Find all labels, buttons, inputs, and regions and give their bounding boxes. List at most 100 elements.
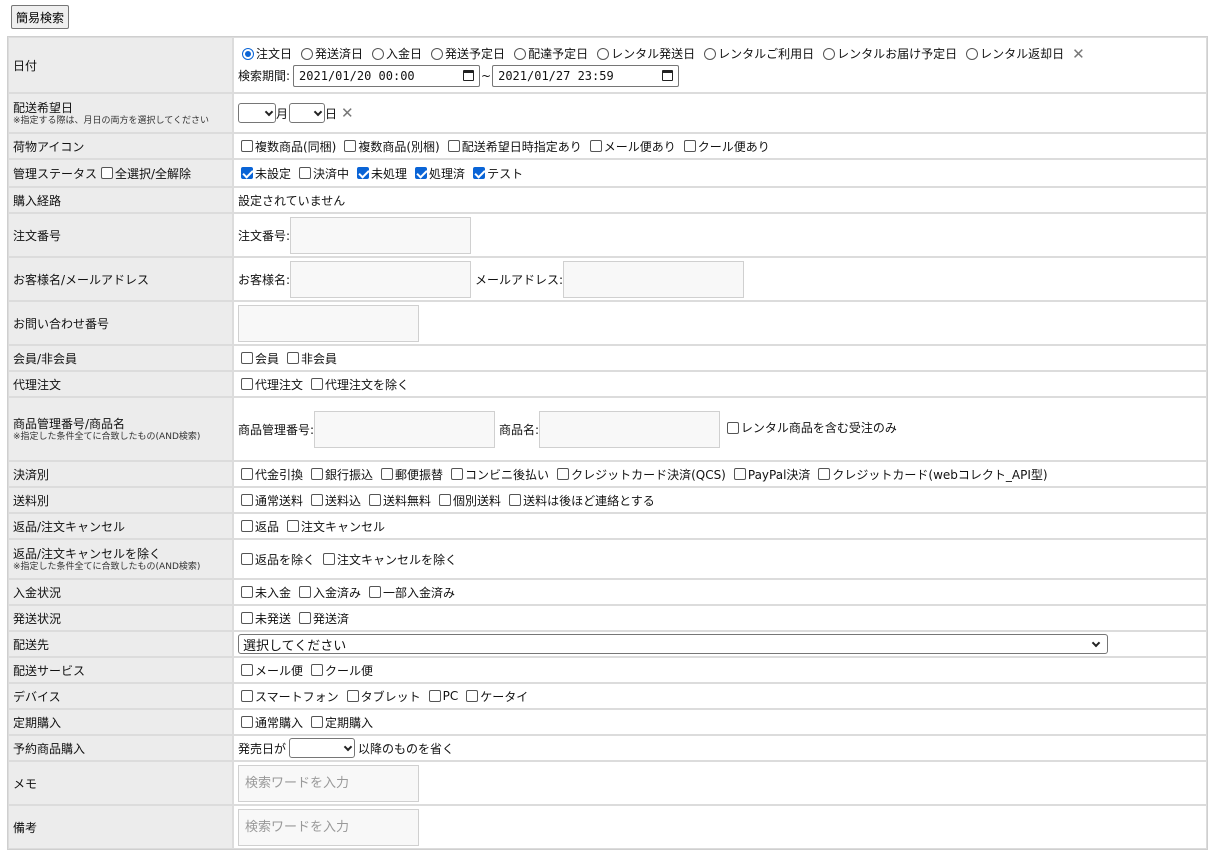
customer-name-input[interactable] [290,260,472,298]
checkbox-option[interactable]: 会員 [237,350,279,367]
checkbox[interactable] [818,468,831,480]
checkbox[interactable] [439,494,452,506]
checkbox-option[interactable]: 注文キャンセルを除く [319,551,457,568]
checkbox-option[interactable]: 配送希望日時指定あり [444,138,582,155]
checkbox-option[interactable]: 一部入金済み [365,584,455,601]
checkbox[interactable] [311,664,324,676]
checkbox-option[interactable]: クレジットカード決済(QCS) [553,466,726,483]
checkbox[interactable] [589,140,602,152]
date-type-radio[interactable] [431,47,444,60]
date-type-option[interactable]: レンタルご利用日 [699,45,814,62]
checkbox-option[interactable]: 通常購入 [237,714,303,731]
checkbox-option[interactable]: 処理済 [411,165,465,182]
date-to-input[interactable]: 2021/01/27 23:59 [492,64,680,87]
checkbox-option[interactable]: クール便あり [680,138,770,155]
checkbox[interactable] [369,494,382,506]
checkbox[interactable] [299,612,312,624]
checkbox-option[interactable]: 未処理 [353,165,407,182]
date-type-radio[interactable] [966,47,979,60]
checkbox-option[interactable]: 未入金 [237,584,291,601]
date-type-radio[interactable] [514,47,527,60]
checkbox[interactable] [241,352,253,364]
checkbox-option[interactable]: 通常送料 [237,492,303,509]
checkbox[interactable] [428,690,441,702]
checkbox[interactable] [241,494,253,506]
checkbox-option[interactable]: 注文キャンセル [283,518,385,535]
checkbox-option[interactable]: メール便あり [586,138,676,155]
checkbox[interactable] [299,167,312,179]
select-all-checkbox[interactable] [101,167,114,179]
checkbox[interactable] [381,468,394,480]
checkbox[interactable] [346,690,359,702]
checkbox-option[interactable]: 入金済み [295,584,361,601]
calendar-icon[interactable] [463,70,475,81]
checkbox[interactable] [241,140,253,152]
calendar-icon[interactable] [662,70,674,81]
month-select[interactable] [238,103,276,123]
checkbox-option[interactable]: タブレット [343,688,421,705]
checkbox[interactable] [299,586,312,598]
remarks-input[interactable]: 検索ワードを入力 [238,808,419,846]
checkbox[interactable] [311,468,324,480]
checkbox-option[interactable]: 複数商品(同梱) [237,138,336,155]
checkbox[interactable] [241,716,253,728]
date-type-radio[interactable] [823,47,836,60]
checkbox-option[interactable]: 定期購入 [307,714,373,731]
checkbox-option[interactable]: 返品を除く [237,551,315,568]
order-no-input[interactable] [290,216,472,254]
date-type-option[interactable]: レンタルお届け予定日 [818,45,957,62]
checkbox[interactable] [241,468,253,480]
checkbox-option[interactable]: ケータイ [462,688,528,705]
checkbox[interactable] [369,586,382,598]
checkbox-option[interactable]: PC [425,689,458,703]
date-type-option[interactable]: 配達予定日 [509,45,588,62]
memo-input[interactable]: 検索ワードを入力 [238,764,419,802]
email-input[interactable] [563,260,745,298]
date-type-radio[interactable] [242,47,254,60]
checkbox[interactable] [241,690,253,702]
checkbox-option[interactable]: 送料無料 [365,492,431,509]
date-type-option[interactable]: 発送予定日 [426,45,505,62]
checkbox-option[interactable]: 送料は後ほど連絡とする [505,492,655,509]
checkbox-option[interactable]: 非会員 [283,350,337,367]
date-type-option[interactable]: レンタル発送日 [592,45,695,62]
checkbox-option[interactable]: クール便 [307,662,373,679]
checkbox-option[interactable]: 個別送料 [435,492,501,509]
checkbox-option[interactable]: 代金引換 [237,466,303,483]
checkbox[interactable] [357,167,370,179]
product-name-input[interactable] [539,410,721,448]
date-type-radio[interactable] [372,47,385,60]
checkbox[interactable] [557,468,570,480]
date-type-radio[interactable] [301,47,314,60]
checkbox-option[interactable]: スマートフォン [237,688,339,705]
checkbox[interactable] [241,167,253,179]
checkbox[interactable] [241,664,253,676]
checkbox-option[interactable]: 代理注文を除く [307,376,409,393]
checkbox[interactable] [323,553,336,565]
checkbox[interactable] [733,468,746,480]
checkbox[interactable] [466,690,479,702]
rental-only-checkbox[interactable] [726,421,739,434]
checkbox-option[interactable]: クレジットカード(webコレクト_API型) [814,466,1048,483]
checkbox[interactable] [509,494,522,506]
date-type-radio[interactable] [597,47,610,60]
checkbox[interactable] [447,140,460,152]
simple-search-button[interactable]: 簡易検索 [11,5,70,29]
date-type-option[interactable]: 発送済日 [296,45,363,62]
clear-icon[interactable]: ✕ [1072,45,1085,63]
product-code-input[interactable] [314,410,496,448]
checkbox-option[interactable]: 未発送 [237,610,291,627]
checkbox[interactable] [241,378,253,390]
date-from-input[interactable]: 2021/01/20 00:00 [293,64,481,87]
checkbox-option[interactable]: 送料込 [307,492,361,509]
checkbox[interactable] [311,716,324,728]
checkbox-option[interactable]: 代理注文 [237,376,303,393]
destination-select[interactable]: 選択してください [238,634,1108,654]
checkbox[interactable] [241,520,253,532]
checkbox[interactable] [241,586,253,598]
checkbox[interactable] [241,612,253,624]
release-date-select[interactable] [289,738,356,758]
inquiry-no-input[interactable] [238,304,419,342]
checkbox-option[interactable]: 複数商品(別梱) [340,138,440,155]
date-type-option[interactable]: レンタル返却日 [961,45,1064,62]
